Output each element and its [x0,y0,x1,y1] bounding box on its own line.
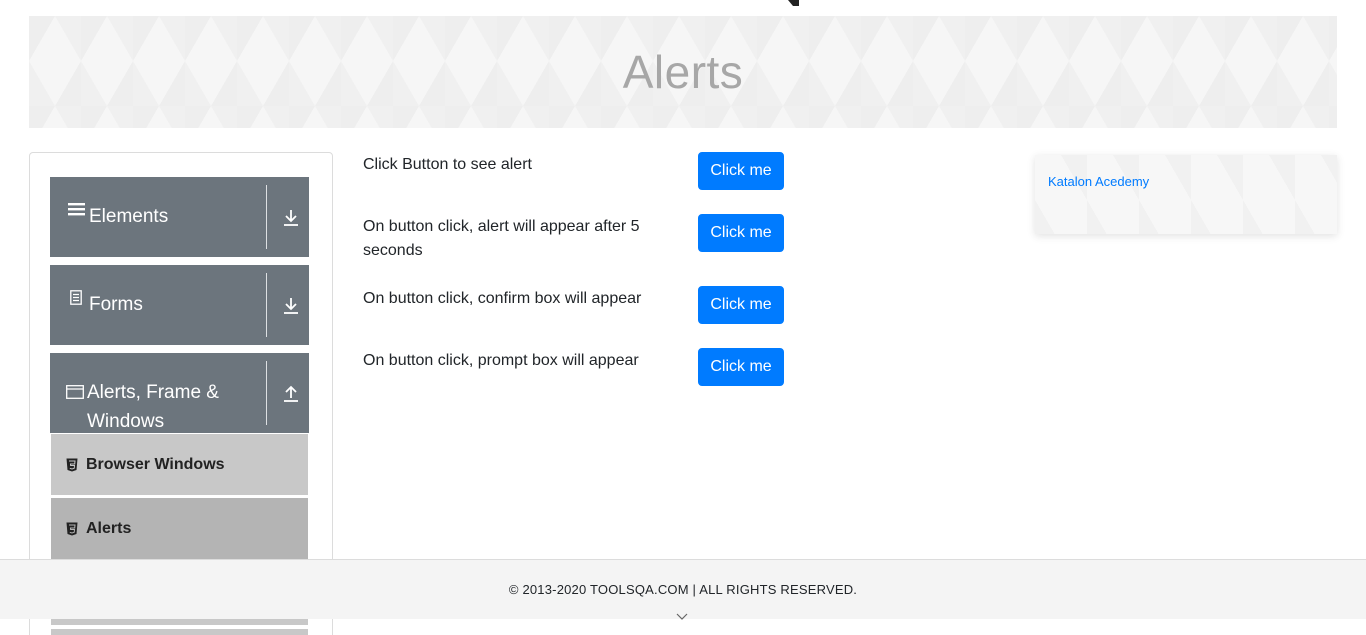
alert-description: Click Button to see alert [363,156,532,173]
html5-icon [66,522,78,536]
ad-banner: Katalon Acedemy [1035,155,1337,234]
group-divider [266,273,267,337]
prompt-button[interactable]: Click me [698,348,784,386]
confirm-button[interactable]: Click me [698,286,784,324]
timer-alert-button[interactable]: Click me [698,214,784,252]
page-banner: Alerts [29,16,1337,128]
sidebar-item-alerts[interactable]: Alerts [51,498,308,560]
menu-icon [66,202,86,216]
alert-button[interactable]: Click me [698,152,784,190]
sidebar-group-elements[interactable]: Elements [50,177,309,257]
page-title: Alerts [622,46,744,98]
download-arrow-icon[interactable] [282,208,300,228]
window-icon [66,385,84,399]
sidebar-item-label: Browser Windows [86,455,225,473]
sidebar-group-label: Forms [89,294,143,315]
copyright-text: © 2013-2020 TOOLSQA.COM | ALL RIGHTS RES… [508,582,858,597]
sidebar-group-alerts-frame-windows[interactable]: Alerts, Frame & Windows [50,353,309,433]
html5-icon [66,458,78,472]
sidebar-group-forms[interactable]: Forms [50,265,309,345]
katalon-academy-link[interactable]: Katalon Acedemy [1048,174,1149,189]
document-icon [66,290,86,305]
prompt-description: On button click, prompt box will appear [363,352,639,369]
group-divider [266,361,267,425]
group-divider [266,185,267,249]
timer-alert-description: On button click, alert will appear after… [363,218,640,259]
confirm-description: On button click, confirm box will appear [363,290,642,307]
sidebar-group-label: Elements [89,206,169,227]
mouse-cursor-icon [788,0,799,6]
chevron-down-icon[interactable] [676,606,688,620]
sidebar-item-browser-windows[interactable]: Browser Windows [51,434,308,496]
sidebar-item-label: Alerts [86,520,132,537]
download-arrow-icon[interactable] [282,296,300,316]
sidebar-item-partial[interactable] [51,619,308,625]
sidebar-item-partial[interactable] [51,629,308,635]
footer: © 2013-2020 TOOLSQA.COM | ALL RIGHTS RES… [0,559,1366,620]
sidebar-group-label: Alerts, Frame & Windows [87,382,219,432]
upload-arrow-icon[interactable] [282,384,300,404]
